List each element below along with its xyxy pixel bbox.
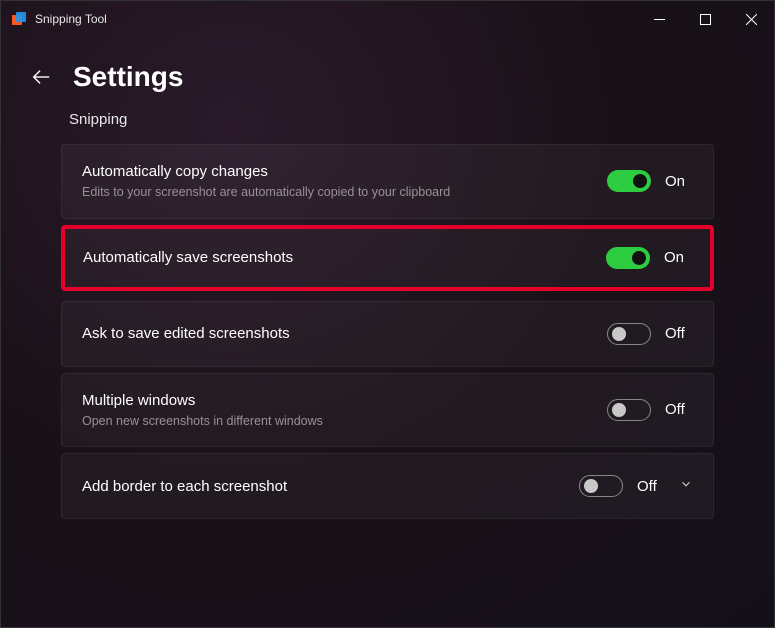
chevron-down-icon[interactable] bbox=[679, 477, 693, 496]
app-icon bbox=[11, 11, 27, 27]
header: Settings bbox=[1, 37, 774, 111]
content: Snipping Automatically copy changes Edits… bbox=[1, 111, 774, 519]
settings-list: Automatically copy changes Edits to your … bbox=[61, 144, 714, 519]
toggle-switch[interactable] bbox=[606, 247, 650, 269]
setting-text: Ask to save edited screenshots bbox=[82, 323, 607, 344]
toggle-group: Off bbox=[607, 323, 693, 345]
toggle-state-label: Off bbox=[665, 401, 693, 418]
setting-text: Multiple windows Open new screenshots in … bbox=[82, 390, 607, 431]
toggle-knob bbox=[584, 479, 598, 493]
setting-text: Add border to each screenshot bbox=[82, 476, 579, 497]
toggle-switch[interactable] bbox=[579, 475, 623, 497]
setting-title: Automatically save screenshots bbox=[83, 247, 606, 268]
toggle-state-label: Off bbox=[665, 325, 693, 342]
setting-desc: Edits to your screenshot are automatical… bbox=[82, 184, 482, 202]
toggle-knob bbox=[612, 403, 626, 417]
toggle-switch[interactable] bbox=[607, 399, 651, 421]
setting-row[interactable]: Add border to each screenshot Off bbox=[61, 453, 714, 519]
minimize-button[interactable] bbox=[636, 1, 682, 37]
setting-row[interactable]: Automatically save screenshots On bbox=[61, 225, 714, 291]
setting-desc: Open new screenshots in different window… bbox=[82, 413, 482, 431]
toggle-switch[interactable] bbox=[607, 323, 651, 345]
window-title: Snipping Tool bbox=[35, 12, 636, 26]
toggle-knob bbox=[632, 251, 646, 265]
toggle-state-label: On bbox=[664, 249, 692, 266]
setting-row[interactable]: Ask to save edited screenshots Off bbox=[61, 301, 714, 367]
toggle-state-label: Off bbox=[637, 478, 665, 495]
close-button[interactable] bbox=[728, 1, 774, 37]
toggle-group: On bbox=[607, 170, 693, 192]
toggle-knob bbox=[612, 327, 626, 341]
setting-row[interactable]: Automatically copy changes Edits to your … bbox=[61, 144, 714, 219]
toggle-group: On bbox=[606, 247, 692, 269]
setting-title: Multiple windows bbox=[82, 390, 607, 411]
setting-text: Automatically save screenshots bbox=[83, 247, 606, 268]
titlebar: Snipping Tool bbox=[1, 1, 774, 37]
page-title: Settings bbox=[73, 61, 183, 93]
maximize-button[interactable] bbox=[682, 1, 728, 37]
setting-text: Automatically copy changes Edits to your … bbox=[82, 161, 607, 202]
toggle-switch[interactable] bbox=[607, 170, 651, 192]
setting-title: Ask to save edited screenshots bbox=[82, 323, 607, 344]
setting-row[interactable]: Multiple windows Open new screenshots in … bbox=[61, 373, 714, 448]
window-controls bbox=[636, 1, 774, 37]
toggle-state-label: On bbox=[665, 173, 693, 190]
toggle-group: Off bbox=[579, 475, 665, 497]
toggle-knob bbox=[633, 174, 647, 188]
setting-title: Automatically copy changes bbox=[82, 161, 607, 182]
setting-title: Add border to each screenshot bbox=[82, 476, 579, 497]
section-label: Snipping bbox=[61, 111, 714, 128]
back-button[interactable] bbox=[29, 65, 53, 89]
toggle-group: Off bbox=[607, 399, 693, 421]
